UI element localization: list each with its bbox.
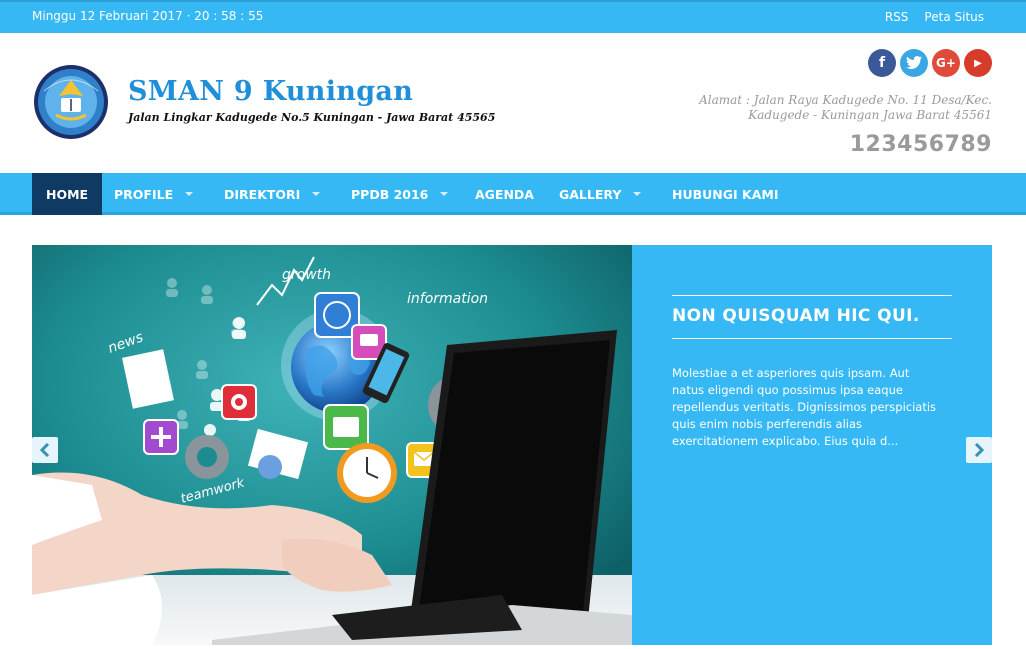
nav-profile[interactable]: PROFILE <box>114 173 194 215</box>
slide-label-information: information <box>407 291 488 307</box>
site-title[interactable]: SMAN 9 Kuningan <box>128 76 413 107</box>
chevron-left-icon <box>40 443 50 457</box>
chevron-down-icon <box>440 192 449 196</box>
hero-slider: growth information news teamwork NON QUI… <box>32 245 992 645</box>
google-plus-glyph: G+ <box>936 56 956 70</box>
main-navigation: HOME PROFILE DIREKTORI PPDB 2016 AGENDA … <box>0 173 1026 215</box>
chevron-right-icon <box>974 443 984 457</box>
nav-direktori-label: DIREKTORI <box>224 186 301 202</box>
top-links: RSS Peta Situs <box>885 10 984 24</box>
nav-hubungi-kami-label: HUBUNGI KAMI <box>672 186 779 202</box>
nav-gallery[interactable]: GALLERY <box>559 173 642 215</box>
top-bar: Minggu 12 Februari 2017 · 20 : 58 : 55 R… <box>0 0 1026 33</box>
nav-agenda-label: AGENDA <box>475 186 534 202</box>
nav-agenda[interactable]: AGENDA <box>475 173 534 215</box>
address-line-1: Alamat : Jalan Raya Kadugede No. 11 Desa… <box>699 93 992 107</box>
rss-link[interactable]: RSS <box>885 10 909 24</box>
school-logo[interactable] <box>32 63 110 141</box>
nav-direktori[interactable]: DIREKTORI <box>224 173 321 215</box>
facebook-icon[interactable]: f <box>868 49 896 77</box>
sitemap-link[interactable]: Peta Situs <box>924 10 984 24</box>
school-address: Alamat : Jalan Raya Kadugede No. 11 Desa… <box>692 93 992 123</box>
facebook-glyph: f <box>878 55 886 71</box>
current-datetime: Minggu 12 Februari 2017 · 20 : 58 : 55 <box>32 9 264 23</box>
google-plus-icon[interactable]: G+ <box>932 49 960 77</box>
slide-image[interactable]: growth information news teamwork <box>32 245 632 645</box>
nav-ppdb[interactable]: PPDB 2016 <box>351 173 449 215</box>
slide-excerpt: Molestiae a et asperiores quis ipsam. Au… <box>672 366 937 448</box>
caption-divider-bottom <box>672 338 952 339</box>
slider-next-button[interactable] <box>966 437 992 463</box>
nav-home[interactable]: HOME <box>32 173 103 215</box>
nav-gallery-label: GALLERY <box>559 186 622 202</box>
twitter-icon[interactable] <box>900 49 928 77</box>
twitter-bird-icon <box>906 56 922 69</box>
nav-hubungi-kami[interactable]: HUBUNGI KAMI <box>672 173 778 215</box>
social-links: f G+ ▶ <box>868 49 992 77</box>
slide-title[interactable]: NON QUISQUAM HIC QUI. <box>672 306 920 326</box>
youtube-icon[interactable]: ▶ <box>964 49 992 77</box>
chevron-down-icon <box>633 192 642 196</box>
nav-home-label: HOME <box>46 186 89 202</box>
phone-number: 123456789 <box>849 132 992 157</box>
youtube-glyph: ▶ <box>974 57 982 69</box>
site-header: SMAN 9 Kuningan Jalan Lingkar Kadugede N… <box>0 33 1026 173</box>
chevron-down-icon <box>185 192 194 196</box>
slider-prev-button[interactable] <box>32 437 58 463</box>
chevron-down-icon <box>312 192 321 196</box>
nav-profile-label: PROFILE <box>114 186 174 202</box>
address-line-2: Kadugede - Kuningan Jawa Barat 45561 <box>748 108 992 122</box>
slide-label-growth: growth <box>282 267 331 283</box>
nav-ppdb-label: PPDB 2016 <box>351 186 429 202</box>
site-subtitle: Jalan Lingkar Kadugede No.5 Kuningan - J… <box>128 111 496 124</box>
caption-divider-top <box>672 295 952 296</box>
slide-caption-panel: NON QUISQUAM HIC QUI. Molestiae a et asp… <box>632 245 992 645</box>
